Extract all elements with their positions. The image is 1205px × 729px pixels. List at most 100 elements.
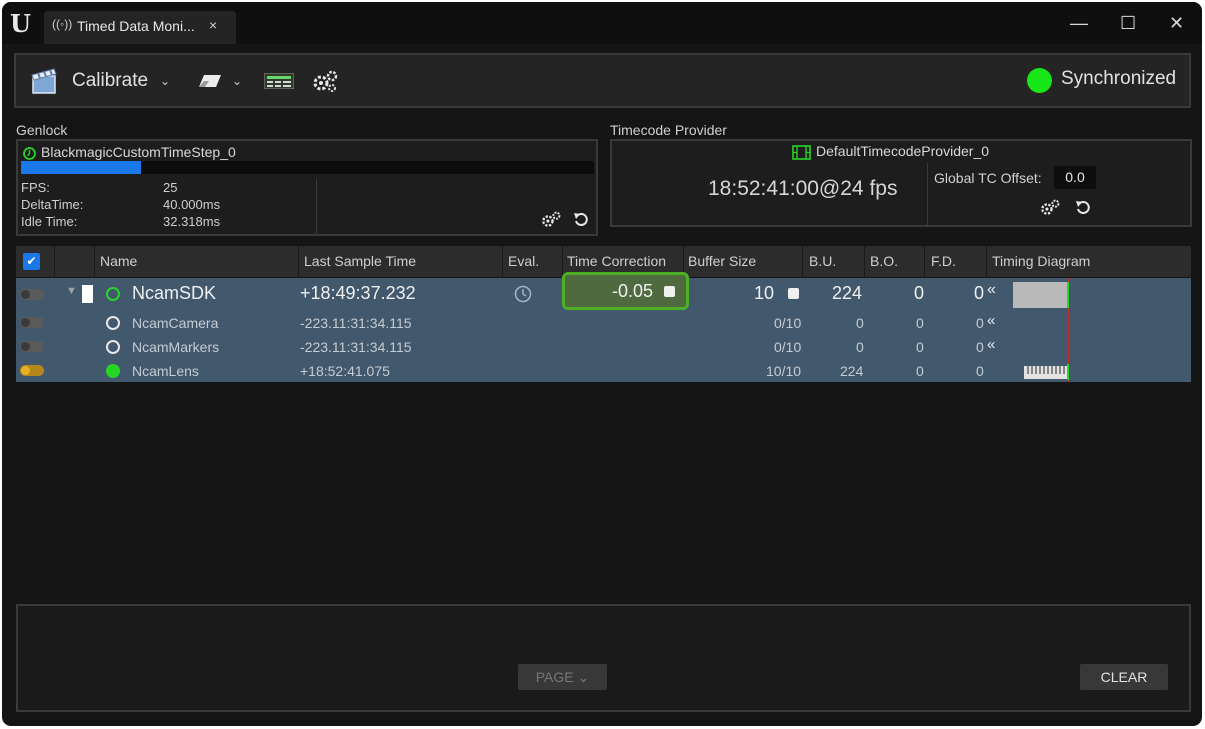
- genlock-progress-fill: [21, 161, 142, 174]
- chevron-down-icon: ⌄: [232, 73, 243, 88]
- chevron-down-icon[interactable]: ⌄: [160, 74, 170, 88]
- sync-status-indicator: [1027, 68, 1052, 93]
- edit-icon[interactable]: [664, 286, 675, 297]
- timecode-reset-icon[interactable]: [1075, 199, 1091, 215]
- clear-button[interactable]: CLEAR: [1080, 664, 1168, 690]
- row-name: NcamLens: [132, 363, 199, 379]
- table-row-ncammarkers[interactable]: NcamMarkers -223.11:31:34.115 0/10 0 0 0…: [16, 336, 1191, 358]
- toggle-knob: [21, 342, 30, 351]
- row-fd: 0: [976, 315, 984, 331]
- clapperboard-icon: [31, 67, 57, 94]
- film-icon: [792, 145, 811, 160]
- minimize-button[interactable]: —: [1070, 14, 1088, 32]
- row-bo: 0: [916, 315, 924, 331]
- delta-time-label: DeltaTime:: [21, 197, 84, 212]
- page-dropdown[interactable]: PAGE ⌄: [518, 664, 607, 690]
- row-name: NcamMarkers: [132, 339, 220, 355]
- column-header-buffer-size[interactable]: Buffer Size: [688, 253, 756, 269]
- eraser-icon: [199, 74, 221, 87]
- row-name: NcamCamera: [132, 315, 219, 331]
- row-buffer: 0/10: [774, 339, 802, 355]
- time-correction-value: -0.05: [611, 281, 653, 301]
- column-header-last-sample-time[interactable]: Last Sample Time: [304, 253, 416, 269]
- row-name: NcamSDK: [132, 283, 217, 303]
- select-all-checkbox[interactable]: ✔: [23, 253, 40, 270]
- clock-status-icon: [23, 147, 36, 160]
- message-log-panel: PAGE ⌄ CLEAR: [16, 604, 1191, 712]
- table-body: ▼ NcamSDK +18:49:37.232 -0.05 10 224 0 0…: [16, 272, 1191, 382]
- table-row-ncamsdk[interactable]: ▼ NcamSDK +18:49:37.232 -0.05 10 224 0 0…: [16, 272, 1191, 310]
- column-header-bo[interactable]: B.O.: [870, 253, 898, 269]
- time-correction-field[interactable]: -0.05: [562, 272, 689, 310]
- row-buffer-size: 10: [754, 283, 775, 303]
- table-row-ncamlens[interactable]: NcamLens +18:52:41.075 10/10 224 0 0: [16, 360, 1191, 382]
- timecode-provider-panel: DefaultTimecodeProvider_0 18:52:41:00@24…: [610, 139, 1192, 227]
- column-separator: [562, 246, 563, 277]
- timing-samples-icon: [1024, 366, 1068, 379]
- genlock-progress-track: [21, 161, 594, 174]
- row-bu: 0: [856, 315, 864, 331]
- rewind-icon[interactable]: «: [987, 312, 995, 329]
- status-dot-icon: [106, 364, 120, 378]
- tab-timed-data-monitor[interactable]: ((◦)) Timed Data Moni... ×: [44, 11, 236, 44]
- row-buffer: 10/10: [766, 363, 802, 379]
- calibrate-button[interactable]: Calibrate ⌄: [30, 55, 170, 106]
- column-header-name[interactable]: Name: [100, 253, 137, 269]
- enable-toggle[interactable]: [20, 289, 44, 300]
- table-row-ncamcamera[interactable]: NcamCamera -223.11:31:34.115 0/10 0 0 0 …: [16, 312, 1191, 334]
- genlock-source-name: BlackmagicCustomTimeStep_0: [41, 144, 236, 160]
- tab-close-icon[interactable]: ×: [209, 17, 217, 33]
- genlock-settings-icon[interactable]: [541, 211, 561, 228]
- row-last-sample-time: +18:49:37.232: [300, 283, 416, 303]
- row-bu: 224: [832, 283, 863, 303]
- expand-arrow-icon[interactable]: ▼: [66, 285, 77, 297]
- row-bo: 0: [916, 339, 924, 355]
- column-separator: [502, 246, 503, 277]
- genlock-panel: BlackmagicCustomTimeStep_0 FPS: 25 Delta…: [16, 139, 598, 236]
- title-bar: U ((◦)) Timed Data Moni... × — ☐ ✕: [2, 2, 1202, 44]
- timecode-value: 18:52:41:00@24 fps: [708, 177, 898, 200]
- timing-sync-marker: [1067, 282, 1069, 308]
- divider: [927, 163, 928, 225]
- maximize-button[interactable]: ☐: [1120, 14, 1136, 32]
- column-header-bu[interactable]: B.U.: [809, 253, 836, 269]
- timecode-settings-icon[interactable]: [1040, 199, 1060, 216]
- rewind-icon[interactable]: «: [987, 281, 996, 299]
- column-header-time-correction[interactable]: Time Correction: [567, 253, 666, 269]
- row-fd: 0: [974, 283, 985, 303]
- settings-button[interactable]: [312, 55, 338, 106]
- row-bo: 0: [914, 283, 925, 303]
- calibrate-label: Calibrate: [72, 69, 149, 91]
- evaluation-clock-icon[interactable]: [514, 285, 532, 303]
- timecode-provider-label: Timecode Provider: [610, 122, 727, 138]
- row-bu: 0: [856, 339, 864, 355]
- global-tc-offset-input[interactable]: 0.0: [1054, 166, 1096, 189]
- column-separator: [986, 246, 987, 277]
- status-ring-icon: [106, 340, 120, 354]
- toggle-knob: [21, 366, 30, 375]
- fps-value: 25: [163, 180, 178, 195]
- timecode-provider-name: DefaultTimecodeProvider_0: [816, 143, 990, 159]
- rewind-icon[interactable]: «: [987, 336, 995, 353]
- close-window-button[interactable]: ✕: [1169, 14, 1184, 32]
- row-buffer: 0/10: [774, 315, 802, 331]
- timed-data-icon: ((◦)): [52, 17, 73, 31]
- enable-toggle[interactable]: [20, 317, 44, 328]
- timecode-display-button[interactable]: [264, 55, 294, 106]
- column-header-timing-diagram[interactable]: Timing Diagram: [992, 253, 1090, 269]
- enable-toggle[interactable]: [20, 365, 44, 376]
- enable-toggle[interactable]: [20, 341, 44, 352]
- column-header-eval[interactable]: Eval.: [508, 253, 539, 269]
- delta-time-value: 40.000ms: [163, 197, 221, 212]
- color-swatch: [82, 285, 93, 303]
- genlock-reset-icon[interactable]: [573, 211, 589, 227]
- edit-buffer-icon[interactable]: [788, 288, 799, 299]
- column-separator: [924, 246, 925, 277]
- tab-title: Timed Data Moni...: [77, 18, 195, 34]
- column-separator: [802, 246, 803, 277]
- idle-time-label: Idle Time:: [21, 214, 78, 229]
- column-header-fd[interactable]: F.D.: [931, 253, 956, 269]
- timing-sync-marker: [1067, 364, 1069, 380]
- divider: [316, 179, 317, 234]
- eraser-dropdown[interactable]: ⌄: [198, 55, 242, 106]
